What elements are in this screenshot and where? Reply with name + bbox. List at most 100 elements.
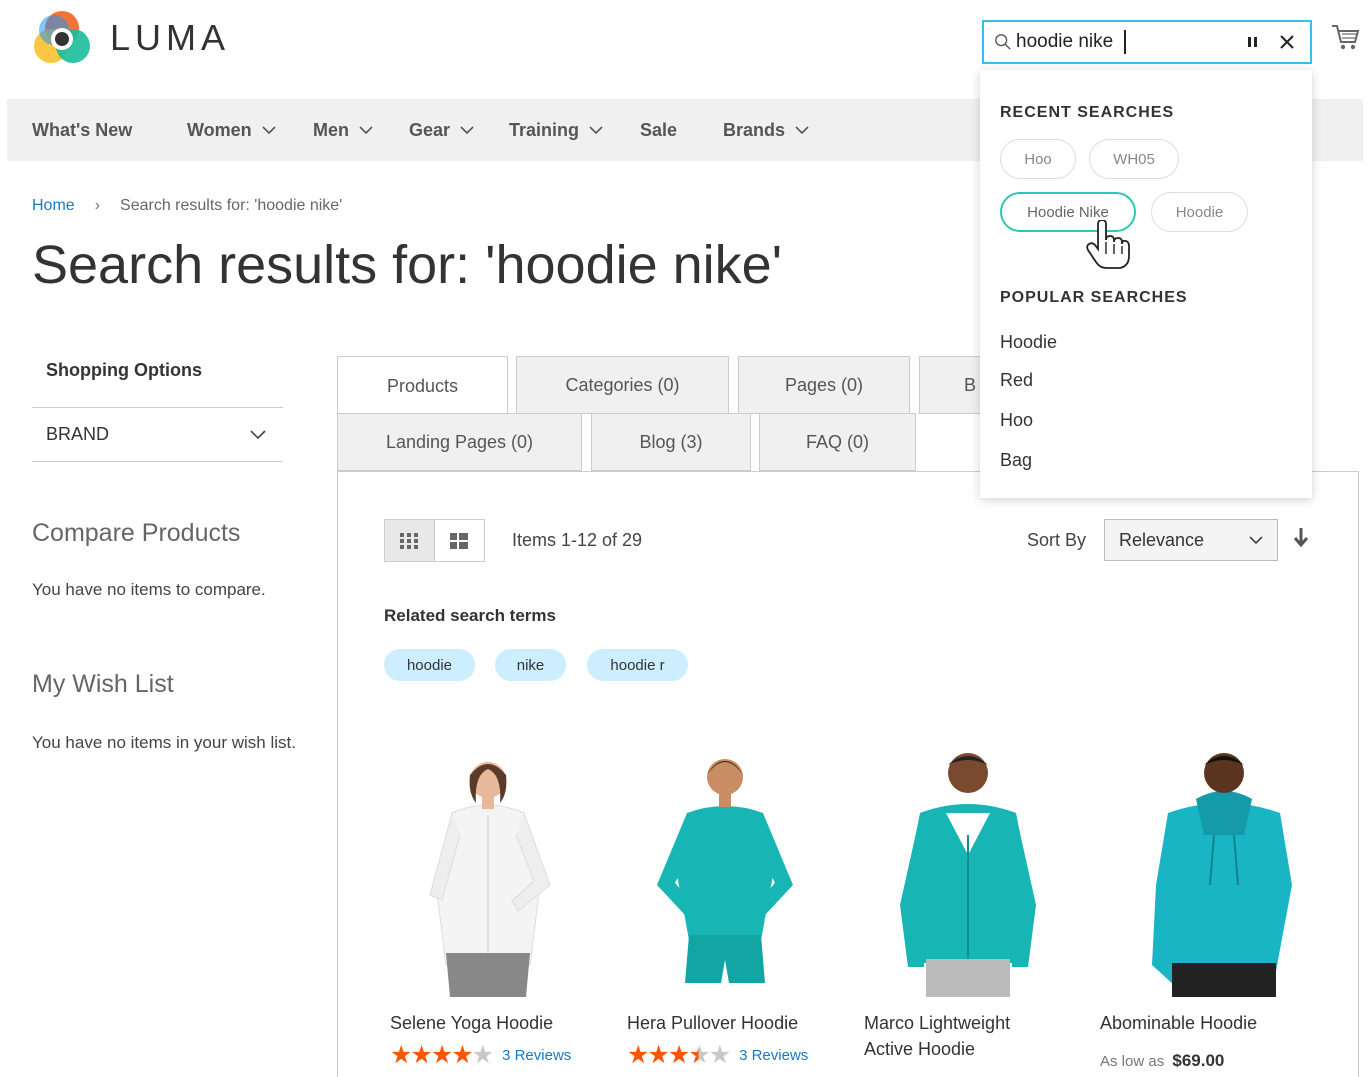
chevron-down-icon xyxy=(250,429,266,439)
wishlist-title: My Wish List xyxy=(32,670,174,698)
tab-label: Categories (0) xyxy=(565,374,680,395)
related-term-chip[interactable]: nike xyxy=(495,649,566,681)
brand-filter[interactable]: BRAND xyxy=(46,424,266,445)
product-name[interactable]: Selene Yoga Hoodie xyxy=(390,1010,610,1036)
tab-blog[interactable]: Blog (3) xyxy=(591,413,751,471)
nav-label: Training xyxy=(509,119,580,140)
nav-label: Sale xyxy=(640,119,678,140)
breadcrumb: Home › Search results for: 'hoodie nike' xyxy=(32,197,342,215)
list-view-button[interactable] xyxy=(435,520,485,561)
popular-search-item[interactable]: Hoo xyxy=(1000,410,1033,431)
star-rating-icon: ★★★★★ xyxy=(627,1041,731,1069)
sort-by-value: Relevance xyxy=(1119,529,1205,550)
price-prefix: As low as xyxy=(1100,1053,1165,1070)
recent-search-chip[interactable]: Hoo xyxy=(1000,139,1076,179)
sort-by-select[interactable]: Relevance xyxy=(1104,519,1278,561)
nav-label: Brands xyxy=(723,119,786,140)
divider xyxy=(32,461,283,462)
nav-label: Gear xyxy=(409,119,451,140)
sort-direction-arrow-icon[interactable] xyxy=(1292,527,1310,549)
popular-search-item[interactable]: Red xyxy=(1000,370,1033,391)
chevron-down-icon xyxy=(262,126,276,135)
search-box[interactable] xyxy=(982,20,1312,64)
tab-label: B xyxy=(963,374,976,395)
chevron-down-icon xyxy=(1249,535,1263,544)
nav-label: What's New xyxy=(32,119,133,140)
tab-label: Pages (0) xyxy=(784,374,864,395)
recent-searches-title: RECENT SEARCHES xyxy=(1000,104,1175,121)
wishlist-text: You have no items in your wish list. xyxy=(32,733,296,752)
breadcrumb-current: Search results for: 'hoodie nike' xyxy=(120,197,343,214)
search-input[interactable] xyxy=(1016,27,1126,57)
compare-products-text: You have no items to compare. xyxy=(32,580,266,599)
tab-categories[interactable]: Categories (0) xyxy=(516,356,729,414)
chevron-down-icon xyxy=(795,126,809,135)
search-icon xyxy=(995,34,1011,50)
related-search-terms-title: Related search terms xyxy=(384,606,556,625)
grid-view-button[interactable] xyxy=(385,520,435,561)
recent-search-chip[interactable]: WH05 xyxy=(1089,139,1179,179)
logo-text: LUMA xyxy=(110,17,231,58)
chevron-down-icon xyxy=(359,126,373,135)
luma-logo[interactable]: LUMA xyxy=(32,8,230,68)
nav-sale[interactable]: Sale xyxy=(640,99,677,161)
compare-products-title: Compare Products xyxy=(32,519,241,547)
search-autocomplete-dropdown: RECENT SEARCHES Hoo WH05 Hoodie Nike Hoo… xyxy=(980,70,1312,498)
product-rating: ★★★★★ 3 Reviews xyxy=(627,1043,808,1068)
product-rating: ★★★★★ 3 Reviews xyxy=(390,1043,571,1068)
pause-icon[interactable] xyxy=(1240,29,1266,55)
chevron-down-icon xyxy=(589,126,603,135)
breadcrumb-home[interactable]: Home xyxy=(32,197,75,215)
chevron-down-icon xyxy=(460,126,474,135)
divider xyxy=(32,407,283,408)
reviews-link[interactable]: 3 Reviews xyxy=(502,1047,571,1064)
grid-icon xyxy=(400,532,419,549)
breadcrumb-separator-icon: › xyxy=(94,197,101,214)
items-count: Items 1-12 of 29 xyxy=(512,530,643,550)
nav-whats-new[interactable]: What's New xyxy=(32,99,132,161)
popular-search-item[interactable]: Bag xyxy=(1000,450,1032,471)
tab-label: Blog (3) xyxy=(639,431,703,452)
product-price: As low as $69.00 xyxy=(1100,1051,1224,1071)
related-term-chip[interactable]: hoodie xyxy=(384,649,475,681)
clear-search-icon[interactable] xyxy=(1274,29,1300,55)
product-image[interactable] xyxy=(1126,735,1322,997)
nav-men[interactable]: Men xyxy=(313,99,373,161)
tab-products[interactable]: Products xyxy=(337,356,508,415)
product-name[interactable]: Hera Pullover Hoodie xyxy=(627,1010,847,1036)
text-caret xyxy=(1124,30,1126,54)
nav-label: Men xyxy=(313,119,349,140)
price-value: $69.00 xyxy=(1172,1051,1225,1070)
view-mode-switch xyxy=(384,519,485,562)
product-name[interactable]: Marco Lightweight Active Hoodie xyxy=(864,1010,1054,1062)
nav-brands[interactable]: Brands xyxy=(723,99,809,161)
sort-by-label: Sort By xyxy=(1027,530,1087,550)
nav-label: Women xyxy=(187,119,252,140)
tab-faq[interactable]: FAQ (0) xyxy=(759,413,916,471)
product-image[interactable] xyxy=(627,735,823,997)
brand-filter-label: BRAND xyxy=(46,424,110,444)
product-name[interactable]: Abominable Hoodie xyxy=(1100,1010,1320,1036)
tab-label: Landing Pages (0) xyxy=(385,431,534,452)
luma-logo-icon xyxy=(34,11,90,63)
recent-search-chip[interactable]: Hoodie xyxy=(1151,192,1248,232)
nav-training[interactable]: Training xyxy=(509,99,603,161)
hand-pointer-cursor-icon xyxy=(1086,220,1130,269)
nav-gear[interactable]: Gear xyxy=(409,99,474,161)
page-title: Search results for: 'hoodie nike' xyxy=(32,235,783,295)
reviews-link[interactable]: 3 Reviews xyxy=(739,1047,808,1064)
tab-label: Products xyxy=(386,375,459,396)
popular-searches-title: POPULAR SEARCHES xyxy=(1000,289,1188,306)
popular-search-item[interactable]: Hoodie xyxy=(1000,332,1057,353)
related-term-chip[interactable]: hoodie r xyxy=(587,649,688,681)
tab-label: FAQ (0) xyxy=(805,431,869,452)
tab-pages[interactable]: Pages (0) xyxy=(738,356,910,414)
shopping-options-title: Shopping Options xyxy=(46,360,202,380)
product-image[interactable] xyxy=(870,735,1066,997)
product-image[interactable] xyxy=(390,735,586,997)
list-icon xyxy=(450,532,469,549)
cart-icon[interactable] xyxy=(1330,22,1360,57)
nav-women[interactable]: Women xyxy=(187,99,276,161)
star-rating-icon: ★★★★★ xyxy=(390,1041,494,1069)
tab-landing-pages[interactable]: Landing Pages (0) xyxy=(337,413,582,471)
